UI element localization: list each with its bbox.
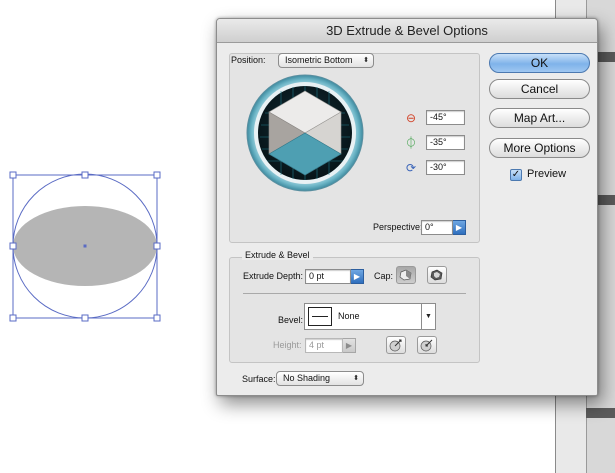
bevel-value: None bbox=[338, 311, 360, 321]
bevel-label: Bevel: bbox=[278, 315, 304, 325]
surface-dropdown[interactable]: No Shading ⬍ bbox=[276, 371, 364, 386]
extrude-bevel-dialog: 3D Extrude & Bevel Options Position: Iso… bbox=[216, 18, 598, 396]
chevron-down-icon: ▼ bbox=[421, 304, 435, 329]
perspective-field[interactable]: 0° bbox=[421, 220, 453, 235]
cancel-button[interactable]: Cancel bbox=[489, 79, 590, 99]
divider bbox=[243, 293, 466, 294]
position-value: Isometric Bottom bbox=[285, 55, 353, 65]
rotate-z-axis-icon: ⟳ bbox=[405, 161, 417, 175]
rotate-y-axis-icon: ⏀ bbox=[404, 136, 417, 150]
rotate-x-axis-icon: ⊖ bbox=[405, 111, 417, 125]
ok-button[interactable]: OK bbox=[489, 53, 590, 73]
chevron-updown-icon: ⬍ bbox=[363, 57, 369, 64]
bevel-dropdown[interactable]: None ▼ bbox=[304, 303, 436, 330]
cap-label: Cap: bbox=[374, 271, 394, 281]
preview-checkbox[interactable]: ✓ bbox=[510, 169, 522, 181]
cap-off-button[interactable] bbox=[427, 266, 447, 284]
extrude-depth-field[interactable]: 0 pt bbox=[305, 269, 351, 284]
bevel-extent-out-icon bbox=[389, 339, 402, 352]
cap-on-button[interactable] bbox=[396, 266, 416, 284]
chevron-updown-icon: ⬍ bbox=[353, 375, 359, 382]
track-cube[interactable] bbox=[245, 73, 365, 193]
extrude-depth-slider-button[interactable]: ▶ bbox=[351, 269, 364, 284]
rotation-y-field[interactable]: -35° bbox=[426, 135, 465, 150]
bevel-extent-out-button[interactable] bbox=[386, 336, 406, 354]
selected-artwork[interactable] bbox=[0, 0, 200, 473]
surface-value: No Shading bbox=[283, 373, 331, 383]
cap-on-icon bbox=[399, 269, 412, 281]
bevel-extent-in-icon bbox=[420, 339, 433, 352]
panel-header-bar bbox=[586, 408, 615, 418]
surface-label: Surface: bbox=[242, 374, 276, 384]
center-point bbox=[83, 244, 87, 248]
preview-label: Preview bbox=[527, 168, 567, 180]
bevel-preview-swatch bbox=[308, 307, 332, 326]
rotation-x-field[interactable]: -45° bbox=[426, 110, 465, 125]
more-options-button[interactable]: More Options bbox=[489, 138, 590, 158]
map-art-button[interactable]: Map Art... bbox=[489, 108, 590, 128]
dialog-title: 3D Extrude & Bevel Options bbox=[217, 19, 597, 43]
height-slider-button[interactable]: ▶ bbox=[343, 338, 356, 353]
screen: 3D Extrude & Bevel Options Position: Iso… bbox=[0, 0, 615, 473]
extrude-bevel-group: Extrude & Bevel Extrude Depth: 0 pt ▶ Ca… bbox=[229, 250, 480, 363]
position-dropdown[interactable]: Isometric Bottom ⬍ bbox=[278, 53, 374, 68]
perspective-slider-button[interactable]: ▶ bbox=[453, 220, 466, 235]
extrude-depth-label: Extrude Depth: bbox=[243, 271, 304, 281]
rotation-z-field[interactable]: -30° bbox=[426, 160, 465, 175]
position-label: Position: bbox=[231, 55, 266, 65]
height-label: Height: bbox=[273, 340, 302, 350]
extrude-bevel-heading: Extrude & Bevel bbox=[242, 250, 313, 260]
position-group: Position: Isometric Bottom ⬍ ⊖ -45° ⏀ -3… bbox=[229, 53, 480, 243]
perspective-label: Perspective: bbox=[373, 222, 423, 232]
height-field[interactable]: 4 pt bbox=[305, 338, 343, 353]
cap-off-icon bbox=[430, 269, 443, 281]
bevel-extent-in-button[interactable] bbox=[417, 336, 437, 354]
